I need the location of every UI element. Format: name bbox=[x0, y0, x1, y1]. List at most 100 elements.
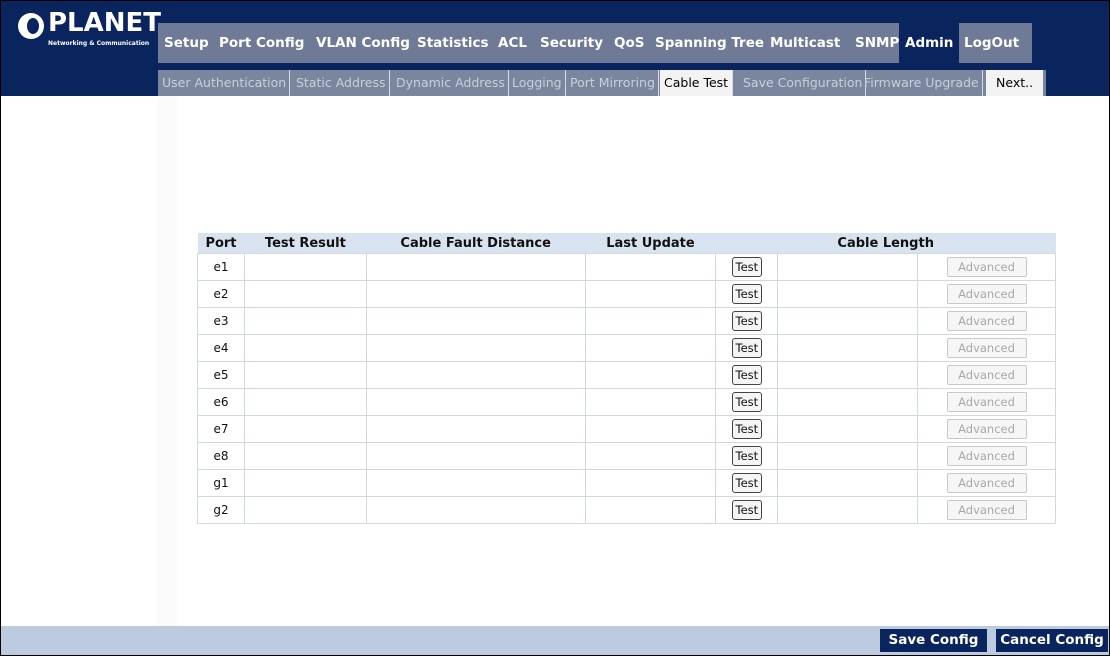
test-result-cell bbox=[243, 415, 367, 443]
port-cell: e4 bbox=[197, 334, 245, 362]
test-cell: Test bbox=[715, 469, 779, 497]
subnav-save-configuration[interactable]: Save Configuration bbox=[743, 70, 867, 96]
nav-acl[interactable]: ACL bbox=[498, 23, 527, 63]
last-update-cell bbox=[584, 307, 717, 335]
test-button[interactable]: Test bbox=[731, 365, 762, 385]
table-row: e8 Test Advanced bbox=[197, 442, 1056, 470]
cable-fault-distance-cell bbox=[365, 415, 586, 443]
advanced-cell: Advanced bbox=[917, 253, 1056, 281]
cable-fault-distance-cell bbox=[365, 334, 586, 362]
nav-admin[interactable]: Admin bbox=[899, 23, 960, 63]
table-row: e4 Test Advanced bbox=[197, 334, 1056, 362]
nav-setup[interactable]: Setup bbox=[164, 23, 209, 63]
save-config-button[interactable]: Save Config bbox=[880, 629, 987, 652]
brand-name: PLANET bbox=[48, 8, 162, 38]
cable-fault-distance-cell bbox=[365, 253, 586, 281]
test-button[interactable]: Test bbox=[731, 446, 762, 466]
test-button[interactable]: Test bbox=[731, 392, 762, 412]
col-cable-fault-distance: Cable Fault Distance bbox=[366, 233, 586, 254]
last-update-cell bbox=[584, 388, 717, 416]
advanced-cell: Advanced bbox=[917, 361, 1056, 389]
port-cell: e8 bbox=[197, 442, 245, 470]
cable-length-cell bbox=[777, 280, 919, 308]
subnav-user-authentication[interactable]: User Authentication bbox=[162, 70, 291, 96]
test-button[interactable]: Test bbox=[731, 419, 762, 439]
nav-logout[interactable]: LogOut bbox=[964, 23, 1019, 63]
cable-length-cell bbox=[777, 307, 919, 335]
cable-fault-distance-cell bbox=[365, 307, 586, 335]
nav-snmp[interactable]: SNMP bbox=[855, 23, 899, 63]
port-cell: e6 bbox=[197, 388, 245, 416]
content-margin bbox=[157, 96, 177, 626]
test-result-cell bbox=[243, 469, 367, 497]
footer-bar: Save Config Cancel Config bbox=[1, 626, 1109, 655]
last-update-cell bbox=[584, 496, 717, 524]
advanced-button[interactable]: Advanced bbox=[946, 365, 1027, 385]
advanced-button[interactable]: Advanced bbox=[946, 392, 1027, 412]
last-update-cell bbox=[584, 415, 717, 443]
advanced-button[interactable]: Advanced bbox=[946, 473, 1027, 493]
test-cell: Test bbox=[715, 361, 779, 389]
advanced-button[interactable]: Advanced bbox=[946, 446, 1027, 466]
planet-logo: PLANET Networking & Communication bbox=[18, 8, 161, 47]
table-row: g2 Test Advanced bbox=[197, 496, 1056, 524]
advanced-button[interactable]: Advanced bbox=[946, 311, 1027, 331]
test-cell: Test bbox=[715, 253, 779, 281]
test-result-cell bbox=[243, 361, 367, 389]
nav-spanning-tree[interactable]: Spanning Tree bbox=[655, 23, 764, 63]
last-update-cell bbox=[584, 361, 717, 389]
subnav-cable-test[interactable]: Cable Test bbox=[660, 70, 734, 96]
nav-statistics[interactable]: Statistics bbox=[417, 23, 489, 63]
port-cell: e7 bbox=[197, 415, 245, 443]
port-cell: g2 bbox=[197, 496, 245, 524]
last-update-cell bbox=[584, 442, 717, 470]
cable-fault-distance-cell bbox=[365, 442, 586, 470]
subnav-dynamic-address[interactable]: Dynamic Address bbox=[396, 70, 509, 96]
subnav-firmware-upgrade[interactable]: Firmware Upgrade bbox=[864, 70, 983, 96]
table-row: e2 Test Advanced bbox=[197, 280, 1056, 308]
advanced-button[interactable]: Advanced bbox=[946, 338, 1027, 358]
advanced-cell: Advanced bbox=[917, 469, 1056, 497]
subnav-next[interactable]: Next.. bbox=[986, 70, 1044, 96]
subnav-static-address[interactable]: Static Address bbox=[296, 70, 390, 96]
cable-fault-distance-cell bbox=[365, 280, 586, 308]
sub-nav: User Authentication Static Address Dynam… bbox=[158, 70, 1046, 96]
cable-length-cell bbox=[777, 361, 919, 389]
nav-vlan-config[interactable]: VLAN Config bbox=[316, 23, 410, 63]
test-button[interactable]: Test bbox=[731, 257, 762, 277]
col-port: Port bbox=[197, 233, 245, 254]
table-row: g1 Test Advanced bbox=[197, 469, 1056, 497]
nav-port-config[interactable]: Port Config bbox=[219, 23, 304, 63]
table-row: e1 Test Advanced bbox=[197, 253, 1056, 281]
cable-length-cell bbox=[777, 442, 919, 470]
planet-logo-icon bbox=[18, 13, 44, 39]
port-cell: e1 bbox=[197, 253, 245, 281]
test-result-cell bbox=[243, 442, 367, 470]
test-cell: Test bbox=[715, 415, 779, 443]
nav-security[interactable]: Security bbox=[540, 23, 603, 63]
header-bar: PLANET Networking & Communication Setup … bbox=[1, 1, 1109, 96]
test-button[interactable]: Test bbox=[731, 473, 762, 493]
cancel-config-button[interactable]: Cancel Config bbox=[996, 629, 1108, 652]
advanced-button[interactable]: Advanced bbox=[946, 500, 1027, 520]
subnav-logging[interactable]: Logging bbox=[512, 70, 566, 96]
subnav-port-mirroring[interactable]: Port Mirroring bbox=[570, 70, 659, 96]
nav-multicast[interactable]: Multicast bbox=[770, 23, 840, 63]
col-cable-length: Cable Length bbox=[715, 233, 1056, 254]
advanced-cell: Advanced bbox=[917, 496, 1056, 524]
test-cell: Test bbox=[715, 496, 779, 524]
nav-qos[interactable]: QoS bbox=[614, 23, 644, 63]
test-button[interactable]: Test bbox=[731, 284, 762, 304]
test-button[interactable]: Test bbox=[731, 500, 762, 520]
advanced-button[interactable]: Advanced bbox=[946, 257, 1027, 277]
table-row: e5 Test Advanced bbox=[197, 361, 1056, 389]
brand-tagline: Networking & Communication bbox=[48, 40, 150, 47]
advanced-cell: Advanced bbox=[917, 442, 1056, 470]
cable-length-cell bbox=[777, 334, 919, 362]
main-nav: Setup Port Config VLAN Config Statistics… bbox=[158, 23, 1032, 63]
test-button[interactable]: Test bbox=[731, 311, 762, 331]
test-button[interactable]: Test bbox=[731, 338, 762, 358]
advanced-button[interactable]: Advanced bbox=[946, 284, 1027, 304]
advanced-button[interactable]: Advanced bbox=[946, 419, 1027, 439]
cable-length-cell bbox=[777, 469, 919, 497]
